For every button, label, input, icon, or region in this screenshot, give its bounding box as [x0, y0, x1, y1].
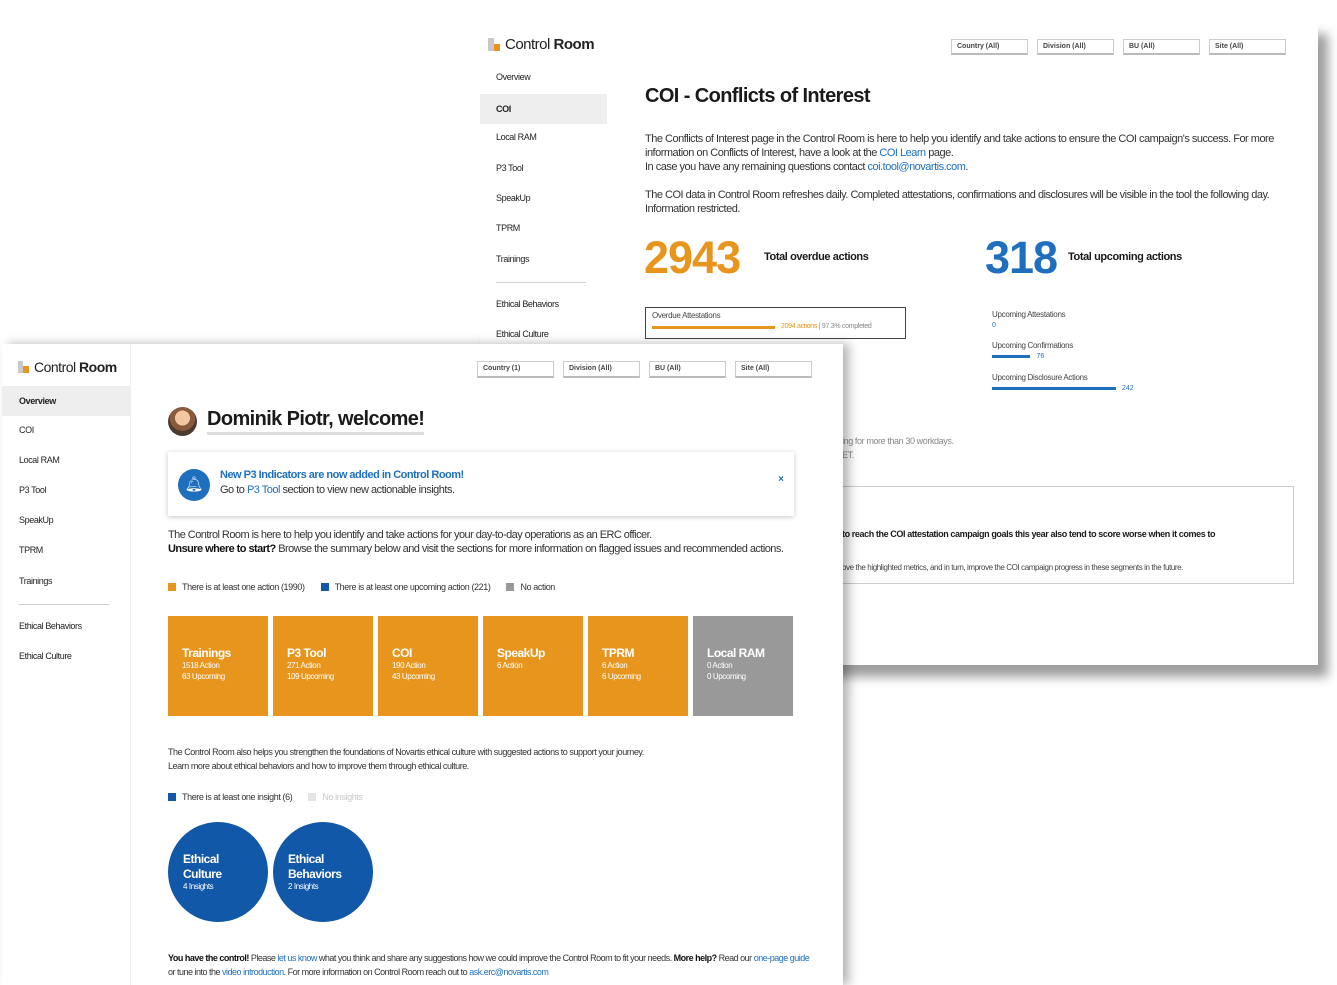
sidebar-item-p3-tool[interactable]: P3 Tool [480, 153, 607, 183]
tile-tprm[interactable]: TPRM 6 Action 6 Upcoming [588, 616, 688, 716]
coi-email-link[interactable]: coi.tool@novartis.com [868, 161, 966, 173]
logo-icon [18, 361, 29, 373]
gray-square-icon [506, 583, 515, 591]
upcoming-disclosures: Upcoming Disclosure Actions 242 [992, 373, 1134, 392]
circle-ethical-behaviors[interactable]: Ethical Behaviors 2 Insights [273, 822, 373, 922]
overdue-progress-bar [652, 326, 775, 329]
sidebar-item-ethical-behaviors[interactable]: Ethical Behaviors [2, 611, 131, 641]
filter-bar: Country (1) Division (All) BU (All) Site… [477, 361, 821, 378]
tile-p3-tool[interactable]: P3 Tool 271 Action 109 Upcoming [273, 616, 373, 716]
insight-circles: Ethical Culture 4 Insights Ethical Behav… [168, 822, 378, 922]
upcoming-total-label: Total upcoming actions [1068, 251, 1182, 263]
blue-square-icon [320, 583, 329, 591]
division-filter[interactable]: Division (All) [1037, 39, 1114, 55]
upcoming-attestations: Upcoming Attestations 0 [992, 310, 1066, 329]
division-filter[interactable]: Division (All) [563, 361, 640, 378]
partial-text: ET. [842, 450, 854, 460]
sidebar-item-speakup[interactable]: SpeakUp [480, 183, 607, 213]
site-filter[interactable]: Site (All) [1209, 39, 1286, 55]
sidebar: Control Room Overview COI Local RAM P3 T… [480, 22, 607, 352]
sidebar-item-coi[interactable]: COI [2, 415, 131, 445]
coi-refresh-note: The COI data in Control Room refreshes d… [645, 189, 1270, 215]
video-link[interactable]: video introduction [222, 967, 284, 977]
sidebar-item-coi[interactable]: COI [480, 94, 607, 124]
logo-icon [488, 38, 500, 51]
avatar [168, 407, 197, 436]
sidebar-item-local-ram[interactable]: Local RAM [2, 445, 131, 475]
blue-square-icon [168, 793, 176, 801]
sidebar-item-speakup[interactable]: SpeakUp [2, 505, 131, 535]
upcoming-disclosures-bar [992, 387, 1116, 390]
bell-icon: 🔔︎ [178, 469, 210, 501]
tile-speakup[interactable]: SpeakUp 6 Action [483, 616, 583, 716]
tile-coi[interactable]: COI 190 Action 43 Upcoming [378, 616, 478, 716]
app-logo[interactable]: Control Room [488, 36, 595, 53]
bu-filter[interactable]: BU (All) [1123, 39, 1200, 55]
tile-local-ram[interactable]: Local RAM 0 Action 0 Upcoming [693, 616, 793, 716]
footer-text: You have the control! Please let us know… [168, 953, 810, 977]
sidebar-item-overview[interactable]: Overview [2, 386, 131, 416]
sidebar-item-local-ram[interactable]: Local RAM [480, 122, 607, 152]
overview-window: Control Room Overview COI Local RAM P3 T… [2, 344, 843, 985]
sidebar: Control Room Overview COI Local RAM P3 T… [2, 344, 131, 985]
bu-filter[interactable]: BU (All) [649, 361, 726, 378]
page-title: COI - Conflicts of Interest [645, 85, 871, 107]
guide-link[interactable]: one-page guide [754, 953, 810, 963]
close-icon[interactable]: × [778, 474, 784, 485]
orange-square-icon [168, 583, 176, 591]
sidebar-item-ethical-culture[interactable]: Ethical Culture [2, 641, 131, 671]
ethics-intro: The Control Room also helps you strength… [168, 747, 644, 771]
coi-description: The Conflicts of Interest page in the Co… [645, 133, 1274, 173]
upcoming-total: 318 [985, 232, 1058, 283]
sidebar-item-trainings[interactable]: Trainings [2, 566, 131, 596]
sidebar-item-p3-tool[interactable]: P3 Tool [2, 475, 131, 505]
site-filter[interactable]: Site (All) [735, 361, 812, 378]
insight-box: to reach the COI attestation campaign go… [835, 486, 1294, 584]
notification-banner: 🔔︎ New P3 Indicators are now added in Co… [168, 452, 794, 516]
contact-email-link[interactable]: ask.erc@novartis.com [469, 967, 549, 977]
upcoming-confirmations: Upcoming Confirmations 76 [992, 341, 1073, 360]
notice-text: Go to P3 Tool section to view new action… [220, 484, 455, 496]
upcoming-confirmations-bar [992, 355, 1031, 358]
gray-square-icon [308, 793, 317, 801]
sidebar-divider [19, 604, 109, 605]
sidebar-item-trainings[interactable]: Trainings [480, 244, 607, 274]
overdue-total: 2943 [644, 232, 741, 283]
p3-tool-link[interactable]: P3 Tool [247, 484, 281, 496]
summary-tiles: Trainings 1518 Action 63 Upcoming P3 Too… [168, 616, 798, 716]
partial-text: ing for more than 30 workdays. [842, 436, 954, 446]
insights-legend: There is at least one insight (6) No ins… [168, 792, 379, 802]
sidebar-divider [496, 282, 586, 283]
sidebar-item-overview[interactable]: Overview [480, 62, 607, 92]
overdue-attestations-card[interactable]: Overdue Attestations 2094 actions | 97.3… [645, 307, 906, 339]
welcome-title: Dominik Piotr, welcome! [207, 408, 425, 435]
intro-text: The Control Room is here to help you ide… [168, 529, 784, 555]
country-filter[interactable]: Country (1) [477, 361, 554, 378]
welcome-header: Dominik Piotr, welcome! [168, 407, 425, 436]
sidebar-item-tprm[interactable]: TPRM [2, 535, 131, 565]
feedback-link[interactable]: let us know [277, 953, 317, 963]
circle-ethical-culture[interactable]: Ethical Culture 4 Insights [168, 822, 268, 922]
sidebar-item-tprm[interactable]: TPRM [480, 213, 607, 243]
notice-title: New P3 Indicators are now added in Contr… [220, 469, 464, 481]
overdue-total-label: Total overdue actions [764, 251, 869, 263]
tile-trainings[interactable]: Trainings 1518 Action 63 Upcoming [168, 616, 268, 716]
actions-legend: There is at least one action (1990) Ther… [168, 582, 571, 592]
coi-learn-link[interactable]: COI Learn [879, 147, 926, 159]
app-logo[interactable]: Control Room [18, 359, 117, 375]
filter-bar: Country (All) Division (All) BU (All) Si… [951, 39, 1295, 55]
country-filter[interactable]: Country (All) [951, 39, 1028, 55]
sidebar-item-ethical-behaviors[interactable]: Ethical Behaviors [480, 289, 607, 319]
